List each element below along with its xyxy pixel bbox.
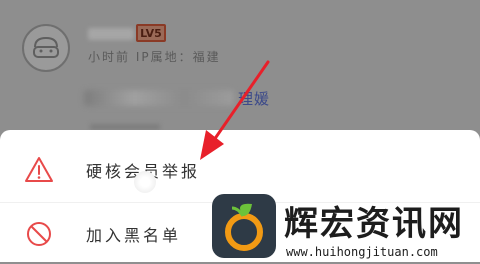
post-content-link[interactable]: 理媛 <box>238 88 270 109</box>
watermark-url: www.huihongjituan.com <box>286 245 438 259</box>
warning-triangle-icon <box>25 157 53 182</box>
orange-logo-icon <box>225 203 263 251</box>
block-circle-icon <box>27 222 51 246</box>
touch-indicator <box>134 171 156 193</box>
menu-item-blacklist-label: 加入黑名单 <box>86 226 182 245</box>
level-badge: LV5 <box>136 24 166 42</box>
watermark-logo <box>212 194 276 258</box>
username-blurred <box>88 28 134 40</box>
watermark-title: 辉宏资讯网 <box>284 204 464 244</box>
post-background: LV5 小时前 IP属地：福建 理媛 <box>0 0 480 130</box>
user-avatar[interactable] <box>22 24 70 72</box>
avatar-face-icon <box>33 36 59 58</box>
menu-item-report[interactable]: 硬核会员举报 <box>0 140 480 200</box>
post-meta: 小时前 IP属地：福建 <box>88 50 221 64</box>
post-content-blurred <box>84 90 234 106</box>
